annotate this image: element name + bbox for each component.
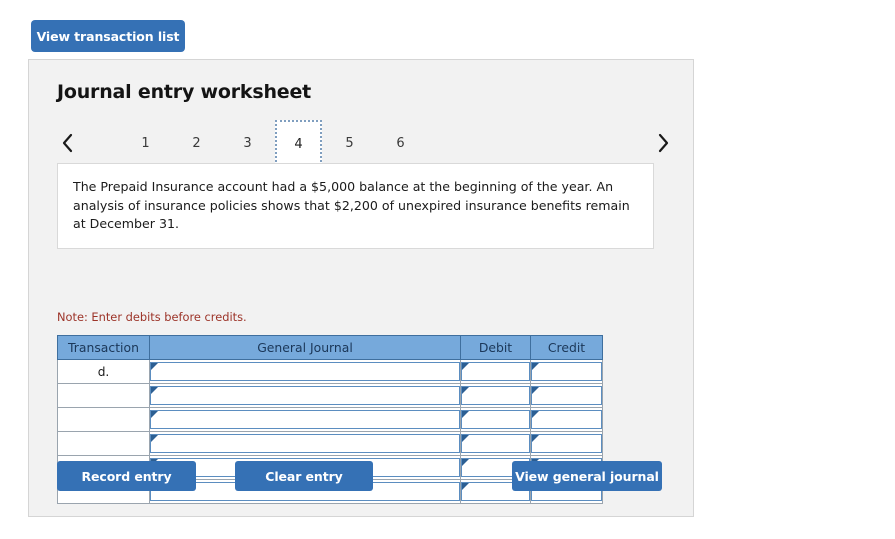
general-journal-cell[interactable] (149, 407, 461, 432)
credit-input[interactable] (531, 434, 602, 453)
credit-cell[interactable] (530, 407, 603, 432)
tab-label: 3 (243, 135, 252, 151)
column-header-credit: Credit (530, 335, 603, 360)
column-header-transaction: Transaction (57, 335, 150, 360)
transaction-label-cell (57, 407, 150, 432)
table-row (57, 407, 603, 432)
credit-cell[interactable] (530, 359, 603, 384)
tab-label: 5 (345, 135, 354, 151)
chevron-right-icon[interactable] (653, 131, 673, 155)
table-row: d. (57, 359, 603, 384)
debit-input[interactable] (461, 434, 530, 453)
debits-before-credits-note: Note: Enter debits before credits. (57, 310, 247, 324)
tab-label: 1 (141, 135, 150, 151)
tab-6[interactable]: 6 (377, 120, 424, 166)
credit-cell[interactable] (530, 383, 603, 408)
page-title: Journal entry worksheet (57, 81, 312, 103)
debit-cell[interactable] (460, 359, 531, 384)
tab-5[interactable]: 5 (326, 120, 373, 166)
debit-cell[interactable] (460, 431, 531, 456)
general-journal-cell[interactable] (149, 383, 461, 408)
column-header-debit: Debit (460, 335, 531, 360)
tab-label: 6 (396, 135, 405, 151)
credit-input[interactable] (531, 362, 602, 381)
tab-label: 2 (192, 135, 201, 151)
general-journal-input[interactable] (150, 410, 460, 429)
general-journal-input[interactable] (150, 434, 460, 453)
debit-input[interactable] (461, 410, 530, 429)
transaction-description: The Prepaid Insurance account had a $5,0… (57, 163, 654, 249)
credit-input[interactable] (531, 386, 602, 405)
tab-2[interactable]: 2 (173, 120, 220, 166)
general-journal-cell[interactable] (149, 359, 461, 384)
column-header-general-journal: General Journal (149, 335, 461, 360)
tab-label: 4 (294, 136, 303, 152)
general-journal-cell[interactable] (149, 431, 461, 456)
tab-1[interactable]: 1 (122, 120, 169, 166)
table-header-row: Transaction General Journal Debit Credit (57, 335, 603, 360)
table-row (57, 431, 603, 456)
credit-input[interactable] (531, 410, 602, 429)
chevron-left-icon[interactable] (57, 131, 77, 155)
general-journal-input[interactable] (150, 386, 460, 405)
view-general-journal-button[interactable]: View general journal (512, 461, 662, 491)
transaction-label-cell (57, 431, 150, 456)
view-transaction-list-button[interactable]: View transaction list (31, 20, 185, 52)
debit-cell[interactable] (460, 407, 531, 432)
journal-entry-worksheet-panel: Journal entry worksheet 1 2 3 4 5 6 The … (28, 59, 694, 517)
transaction-label-cell (57, 383, 150, 408)
worksheet-tab-strip: 1 2 3 4 5 6 (57, 120, 668, 166)
table-row (57, 383, 603, 408)
tab-3[interactable]: 3 (224, 120, 271, 166)
record-entry-button[interactable]: Record entry (57, 461, 196, 491)
general-journal-input[interactable] (150, 362, 460, 381)
transaction-label-cell: d. (57, 359, 150, 384)
tab-4[interactable]: 4 (275, 120, 322, 166)
debit-cell[interactable] (460, 383, 531, 408)
credit-cell[interactable] (530, 431, 603, 456)
debit-input[interactable] (461, 362, 530, 381)
clear-entry-button[interactable]: Clear entry (235, 461, 373, 491)
debit-input[interactable] (461, 386, 530, 405)
